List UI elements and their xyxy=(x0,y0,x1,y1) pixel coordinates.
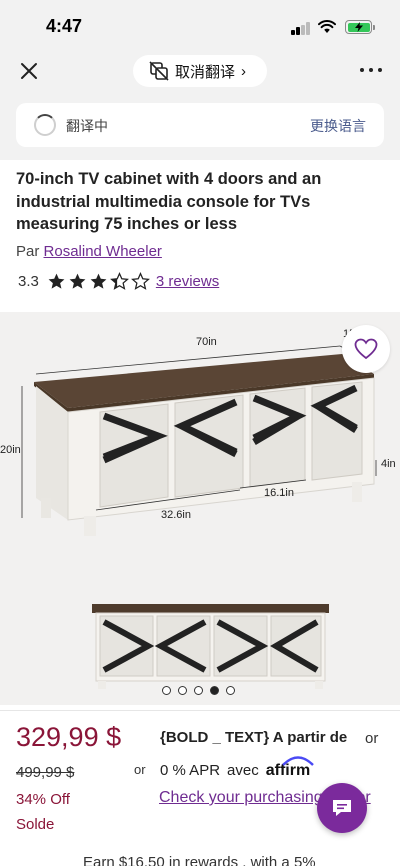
star-rating xyxy=(47,272,150,291)
battery-icon xyxy=(345,20,372,34)
apr-line: 0 % APR avec affirm xyxy=(160,756,314,780)
affirm-logo: affirm xyxy=(266,756,314,780)
translation-status: 翻译中 xyxy=(66,118,108,134)
rewards-text: Earn $16.50 in rewards , with a 5% xyxy=(83,854,316,866)
financing-headline: {BOLD _ TEXT} A partir de xyxy=(160,729,348,746)
cabinet-main-photo xyxy=(34,354,375,536)
chat-button[interactable] xyxy=(317,783,367,833)
dimension-door: 16.1in xyxy=(264,487,294,499)
dimension-height: 20in xyxy=(0,444,21,456)
favorite-heart-icon[interactable] xyxy=(342,325,390,373)
wifi-icon xyxy=(318,20,336,33)
carousel-dot-active[interactable] xyxy=(210,686,219,695)
brand-line: Par Rosalind Wheeler xyxy=(16,243,162,260)
dimension-section: 32.6in xyxy=(161,509,191,521)
loading-spinner-icon xyxy=(34,114,56,136)
cabinet-thumbnail-photo xyxy=(92,604,329,689)
product-title: 70-inch TV cabinet with 4 doors and an i… xyxy=(16,170,322,233)
carousel-dot[interactable] xyxy=(162,686,171,695)
chevron-right-icon: › xyxy=(241,62,247,80)
original-price: 499,99 $ xyxy=(16,764,75,781)
or-separator: or xyxy=(134,762,146,777)
sale-label: Solde xyxy=(16,816,55,833)
reviews-link[interactable]: 3 reviews xyxy=(156,273,219,290)
star-partial-icon xyxy=(109,272,129,290)
product-image-gallery[interactable]: 70in 15.5in 20in 4in 16.1in 32.6in xyxy=(0,312,400,705)
translation-status-card: 翻译中 更换语言 xyxy=(16,103,384,147)
switch-language-button[interactable]: 更换语言 xyxy=(310,116,366,136)
dimension-leg: 4in xyxy=(381,458,396,470)
or-text: or xyxy=(365,730,379,747)
carousel-dot[interactable] xyxy=(194,686,203,695)
tv-cabinet-image xyxy=(21,345,377,689)
cancel-translation-label: 取消翻译 xyxy=(175,63,236,81)
chat-icon xyxy=(333,800,351,816)
carousel-dot[interactable] xyxy=(178,686,187,695)
more-options-icon[interactable] xyxy=(360,68,382,74)
carousel-indicators[interactable] xyxy=(162,686,235,695)
divider xyxy=(0,710,400,711)
discount-badge: 34% Off xyxy=(16,791,70,808)
rating-row: 3.3 3 reviews xyxy=(18,272,219,291)
star-full-icon xyxy=(69,273,86,289)
brand-prefix: Par xyxy=(16,243,40,260)
star-full-icon xyxy=(90,273,107,289)
cancel-translation-button[interactable]: 取消翻译 › xyxy=(133,55,267,87)
current-price: 329,99 $ xyxy=(16,722,122,752)
battery-tip xyxy=(373,25,375,30)
cellular-signal-icon xyxy=(291,22,311,35)
star-full-icon xyxy=(48,273,65,289)
apr-text: 0 % APR xyxy=(160,762,221,779)
carousel-dot[interactable] xyxy=(226,686,235,695)
status-time: 4:47 xyxy=(46,16,83,36)
avec-text: avec xyxy=(227,762,259,779)
close-icon[interactable] xyxy=(18,60,40,82)
affirm-arc-icon xyxy=(281,756,314,766)
dimension-width: 70in xyxy=(196,336,217,348)
rating-value: 3.3 xyxy=(18,273,39,290)
brand-link[interactable]: Rosalind Wheeler xyxy=(44,243,162,260)
translate-off-icon xyxy=(149,61,169,81)
star-empty-icon xyxy=(130,272,150,290)
